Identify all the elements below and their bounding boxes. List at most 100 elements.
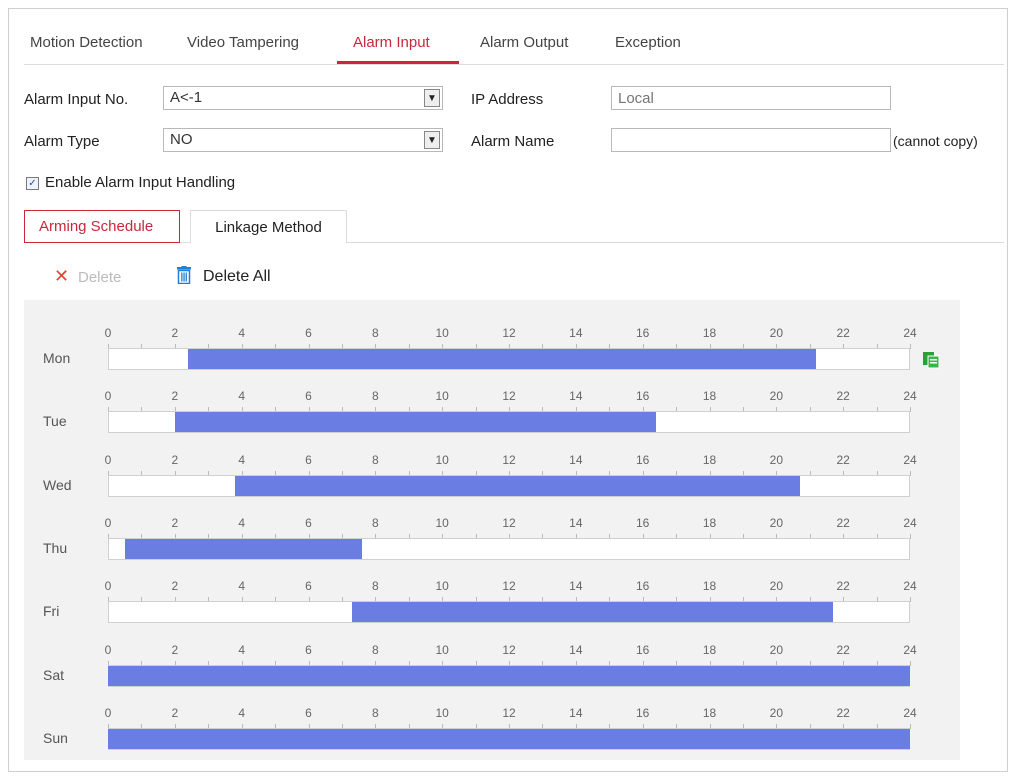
hour-tick-label: 18 xyxy=(702,326,717,340)
hour-tick-label: 10 xyxy=(435,452,449,467)
hour-tick-label: 6 xyxy=(305,705,312,720)
hour-tick-label: 2 xyxy=(171,642,179,657)
tab-exception[interactable]: Exception xyxy=(615,34,681,51)
hour-tick-label: 20 xyxy=(769,389,784,404)
day-label-thu: Thu xyxy=(43,539,68,556)
hour-tick-label: 16 xyxy=(635,705,650,720)
hour-tick-label: 4 xyxy=(238,326,245,340)
alarm-type-select[interactable]: NO ▼ xyxy=(163,128,443,152)
hour-tick-label: 0 xyxy=(104,452,112,467)
alarm-name-label: Alarm Name xyxy=(471,133,555,150)
hour-tick-label: 20 xyxy=(769,705,784,720)
hour-tick-label: 8 xyxy=(371,642,379,657)
hour-tick-label: 14 xyxy=(569,705,583,720)
hour-tick-label: 4 xyxy=(238,579,245,594)
alarm-name-field[interactable] xyxy=(611,128,891,152)
hour-tick-label: 18 xyxy=(702,705,717,720)
alarm-input-no-label: Alarm Input No. xyxy=(24,91,129,108)
hour-tick-label: 14 xyxy=(569,579,583,594)
hour-tick-label: 14 xyxy=(569,326,583,340)
tab-video-tampering[interactable]: Video Tampering xyxy=(187,34,299,51)
hour-tick-label: 0 xyxy=(104,705,112,720)
enable-handling-checkbox[interactable]: ✓ xyxy=(26,177,39,190)
hour-tick-label: 0 xyxy=(104,642,112,657)
hour-tick-label: 22 xyxy=(836,642,850,657)
schedule-bar-sat[interactable] xyxy=(108,665,910,686)
hour-tick-label: 14 xyxy=(569,642,583,657)
alarm-input-no-value: A<-1 xyxy=(170,89,203,106)
hour-tick-label: 6 xyxy=(305,579,312,594)
hour-tick-label: 20 xyxy=(769,452,784,467)
hour-tick-label: 12 xyxy=(502,389,516,404)
hour-tick-label: 10 xyxy=(435,642,449,657)
hour-tick-label: 16 xyxy=(635,579,650,594)
hour-tick-label: 0 xyxy=(104,326,112,340)
hour-tick-label: 20 xyxy=(769,326,784,340)
hour-tick-label: 4 xyxy=(238,642,245,657)
hour-tick-label: 8 xyxy=(371,515,379,530)
hour-tick-label: 24 xyxy=(903,515,917,530)
hour-tick-label: 10 xyxy=(435,515,449,530)
hour-tick-mark xyxy=(910,470,911,476)
day-label-tue: Tue xyxy=(43,413,67,430)
hour-tick-label: 18 xyxy=(702,642,717,657)
hour-tick-label: 12 xyxy=(502,452,516,467)
close-icon: ✕ xyxy=(54,266,70,286)
hour-tick-label: 6 xyxy=(305,642,312,657)
hour-tick-label: 10 xyxy=(435,579,449,594)
tab-alarm-input[interactable]: Alarm Input xyxy=(353,34,430,51)
hour-tick-label: 10 xyxy=(435,705,449,720)
hour-tick-mark xyxy=(910,723,911,729)
trash-icon xyxy=(176,266,192,285)
subtab-arming-schedule[interactable]: Arming Schedule xyxy=(24,210,180,243)
hour-tick-label: 16 xyxy=(635,326,650,340)
hour-tick-label: 22 xyxy=(836,326,850,340)
hour-tick-label: 18 xyxy=(702,579,717,594)
hour-tick-label: 22 xyxy=(836,705,850,720)
copy-icon[interactable] xyxy=(922,351,940,369)
delete-button[interactable]: Delete xyxy=(78,269,121,286)
hour-tick-label: 6 xyxy=(305,452,312,467)
hour-tick-label: 12 xyxy=(502,515,516,530)
tab-alarm-output[interactable]: Alarm Output xyxy=(480,34,568,51)
hour-tick-label: 24 xyxy=(903,452,917,467)
schedule-bar-fri[interactable] xyxy=(351,602,834,623)
hour-tick-label: 2 xyxy=(171,452,179,467)
chevron-down-icon[interactable]: ▼ xyxy=(424,131,440,149)
schedule-bar-thu[interactable] xyxy=(124,538,362,559)
hour-tick-label: 16 xyxy=(635,452,650,467)
tab-motion-detection[interactable]: Motion Detection xyxy=(30,34,143,51)
hour-tick-label: 2 xyxy=(171,515,179,530)
hour-tick-label: 14 xyxy=(569,452,583,467)
hour-tick-label: 12 xyxy=(502,326,516,340)
tab-bar: Motion Detection Video Tampering Alarm I… xyxy=(24,26,1004,65)
hour-tick-label: 16 xyxy=(635,515,650,530)
hour-tick-label: 16 xyxy=(635,389,650,404)
ip-address-label: IP Address xyxy=(471,91,544,108)
hour-tick-label: 6 xyxy=(305,389,312,404)
alarm-input-no-select[interactable]: A<-1 ▼ xyxy=(163,86,443,110)
hour-tick-label: 18 xyxy=(702,515,717,530)
chevron-down-icon[interactable]: ▼ xyxy=(424,89,440,107)
ip-address-field[interactable] xyxy=(611,86,891,110)
hour-tick-label: 8 xyxy=(371,326,379,340)
hour-tick-label: 24 xyxy=(903,705,917,720)
hour-tick-label: 22 xyxy=(836,579,850,594)
hour-tick-label: 24 xyxy=(903,642,917,657)
delete-all-button[interactable]: Delete All xyxy=(203,268,271,286)
schedule-bar-tue[interactable] xyxy=(174,412,657,433)
schedule-bar-wed[interactable] xyxy=(234,475,800,496)
alarm-name-note: (cannot copy) xyxy=(893,133,978,149)
hour-tick-label: 0 xyxy=(104,515,112,530)
hour-tick-label: 14 xyxy=(569,389,583,404)
hour-tick-label: 4 xyxy=(238,705,245,720)
hour-tick-label: 2 xyxy=(171,705,179,720)
hour-tick-label: 16 xyxy=(635,642,650,657)
hour-tick-label: 2 xyxy=(171,389,179,404)
schedule-bar-sun[interactable] xyxy=(108,728,910,749)
schedule-bar-mon[interactable] xyxy=(188,349,817,369)
subtab-linkage-method[interactable]: Linkage Method xyxy=(190,210,347,243)
hour-tick-label: 22 xyxy=(836,452,850,467)
hour-tick-label: 0 xyxy=(104,389,112,404)
hour-tick-label: 22 xyxy=(836,515,850,530)
